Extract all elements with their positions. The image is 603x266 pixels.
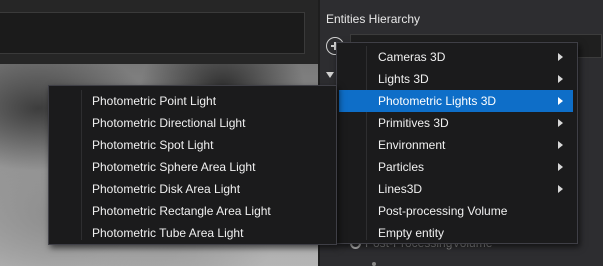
menu-item-photometric-lights-3d[interactable]: Photometric Lights 3D [339,90,573,112]
menu-item-label: Photometric Sphere Area Light [92,160,256,174]
viewport-toolbar [0,12,305,54]
panel-title: Entities Hierarchy [326,12,421,26]
menu-item-label: Photometric Point Light [92,94,217,108]
menu-item-label: Photometric Directional Light [92,116,246,130]
menu-item-label: Photometric Rectangle Area Light [92,204,271,218]
menu-item-label: Lines3D [378,182,423,196]
chevron-right-icon [558,53,563,61]
submenu-item-point-light[interactable]: Photometric Point Light [51,90,333,112]
menu-item-label: Environment [378,138,446,152]
chevron-right-icon [558,75,563,83]
menu-item-particles[interactable]: Particles [339,156,573,178]
chevron-right-icon [558,141,563,149]
menu-item-lines3d[interactable]: Lines3D [339,178,573,200]
submenu-item-tube-area-light[interactable]: Photometric Tube Area Light [51,222,333,244]
menu-item-label: Photometric Spot Light [92,138,214,152]
menu-item-post-processing-volume[interactable]: Post-processing Volume [339,200,573,222]
menu-item-label: Particles [378,160,425,174]
submenu-item-rectangle-area-light[interactable]: Photometric Rectangle Area Light [51,200,333,222]
submenu-item-sphere-area-light[interactable]: Photometric Sphere Area Light [51,156,333,178]
menu-item-environment[interactable]: Environment [339,134,573,156]
chevron-right-icon [558,163,563,171]
menu-item-cameras-3d[interactable]: Cameras 3D [339,46,573,68]
submenu-item-directional-light[interactable]: Photometric Directional Light [51,112,333,134]
menu-item-label: Post-processing Volume [378,204,508,218]
menu-item-label: Lights 3D [378,72,429,86]
menu-item-label: Photometric Disk Area Light [92,182,241,196]
chevron-right-icon [558,185,563,193]
tree-node-dot [372,262,376,266]
submenu-item-spot-light[interactable]: Photometric Spot Light [51,134,333,156]
menu-item-label: Primitives 3D [378,116,449,130]
context-menu: Cameras 3D Lights 3D Photometric Lights … [336,42,578,244]
menu-item-empty-entity[interactable]: Empty entity [339,222,573,244]
menu-item-primitives-3d[interactable]: Primitives 3D [339,112,573,134]
menu-item-label: Photometric Tube Area Light [92,226,244,240]
expand-arrow-icon[interactable] [326,72,334,78]
photometric-lights-submenu: Photometric Point Light Photometric Dire… [48,85,337,245]
chevron-right-icon [558,97,563,105]
menu-item-label: Empty entity [378,226,445,240]
menu-item-label: Cameras 3D [378,50,446,64]
submenu-item-disk-area-light[interactable]: Photometric Disk Area Light [51,178,333,200]
menu-item-lights-3d[interactable]: Lights 3D [339,68,573,90]
menu-item-label: Photometric Lights 3D [378,94,497,108]
chevron-right-icon [558,119,563,127]
